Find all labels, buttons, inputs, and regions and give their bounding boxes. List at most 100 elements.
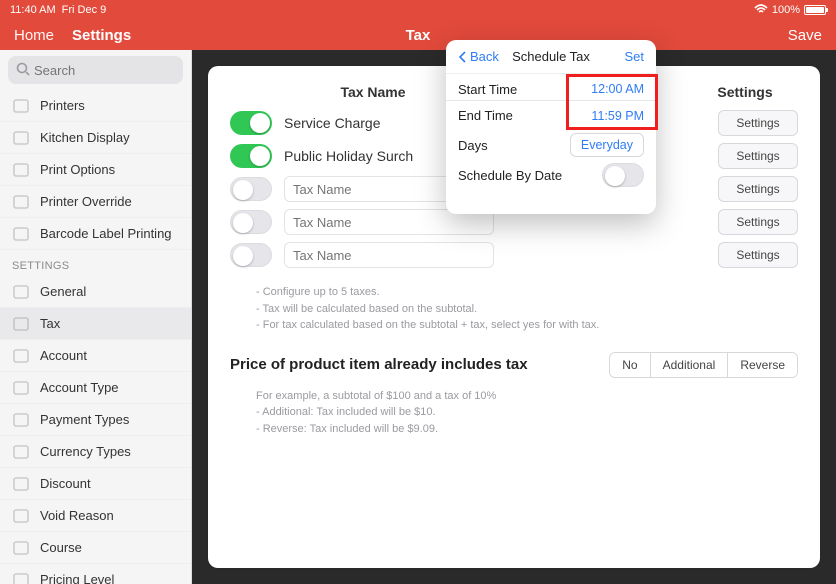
sidebar-item-label: Payment Types — [40, 412, 129, 427]
sidebar-icon — [12, 315, 30, 333]
sidebar-item-label: Pricing Level — [40, 572, 114, 584]
sidebar-icon — [12, 379, 30, 397]
sidebar-item[interactable]: Print Options — [0, 154, 191, 186]
sidebar-item-label: General — [40, 284, 86, 299]
battery-percent: 100% — [772, 4, 800, 16]
wifi-icon — [754, 4, 768, 17]
tax-settings-button[interactable]: Settings — [718, 176, 798, 202]
sidebar-item[interactable]: Printers — [0, 90, 191, 122]
schedule-by-date-label: Schedule By Date — [458, 168, 562, 183]
chevron-left-icon — [458, 50, 468, 64]
sidebar-item[interactable]: General — [0, 276, 191, 308]
days-label: Days — [458, 138, 488, 153]
sidebar-item[interactable]: Void Reason — [0, 500, 191, 532]
page-title: Tax — [406, 27, 431, 44]
nav-settings[interactable]: Settings — [72, 27, 131, 44]
tax-row: Settings — [230, 240, 798, 270]
sidebar-item-label: Account Type — [40, 380, 119, 395]
sidebar-icon — [12, 507, 30, 525]
hints: - Configure up to 5 taxes. - Tax will be… — [256, 284, 798, 334]
tax-toggle[interactable] — [230, 243, 272, 267]
hint-line: - Configure up to 5 taxes. — [256, 284, 798, 301]
includes-title: Price of product item already includes t… — [230, 356, 528, 373]
sidebar-icon — [12, 161, 30, 179]
days-button[interactable]: Everyday — [570, 133, 644, 157]
sidebar-icon — [12, 411, 30, 429]
sidebar-item[interactable]: Account — [0, 340, 191, 372]
search-input[interactable] — [8, 56, 183, 84]
sidebar-item-label: Void Reason — [40, 508, 114, 523]
sidebar-icon — [12, 571, 30, 584]
start-time-value[interactable]: 12:00 AM — [591, 82, 644, 96]
sidebar-item[interactable]: Printer Override — [0, 186, 191, 218]
example-line: - Reverse: Tax included will be $9.09. — [256, 421, 798, 438]
nav-bar: Home Settings Tax Save — [0, 20, 836, 50]
tax-settings-button[interactable]: Settings — [718, 242, 798, 268]
tax-settings-button[interactable]: Settings — [718, 209, 798, 235]
sidebar-item[interactable]: Kitchen Display — [0, 122, 191, 154]
includes-segmented[interactable]: NoAdditionalReverse — [609, 352, 798, 378]
sidebar-icon — [12, 97, 30, 115]
sidebar-item[interactable]: Account Type — [0, 372, 191, 404]
back-label: Back — [470, 49, 499, 64]
status-time: 11:40 AM — [10, 4, 56, 16]
sidebar-item-label: Currency Types — [40, 444, 131, 459]
segment-option[interactable]: No — [610, 353, 649, 377]
tax-toggle[interactable] — [230, 111, 272, 135]
sidebar-item-label: Printers — [40, 98, 85, 113]
sidebar-icon — [12, 443, 30, 461]
sidebar-item-label: Barcode Label Printing — [40, 226, 172, 241]
segment-option[interactable]: Reverse — [727, 353, 797, 377]
sidebar-item[interactable]: Barcode Label Printing — [0, 218, 191, 250]
sidebar-item[interactable]: Payment Types — [0, 404, 191, 436]
sidebar-item-label: Account — [40, 348, 87, 363]
sidebar-item-label: Printer Override — [40, 194, 132, 209]
schedule-tax-popover: Back Schedule Tax Set Start Time 12:00 A… — [446, 40, 656, 214]
tax-name-input[interactable] — [284, 242, 494, 268]
hint-line: - Tax will be calculated based on the su… — [256, 301, 798, 318]
column-settings: Settings — [700, 84, 790, 100]
sidebar-icon — [12, 225, 30, 243]
tax-name-label: Service Charge — [284, 115, 381, 131]
sidebar-icon — [12, 283, 30, 301]
sidebar-item-label: Print Options — [40, 162, 115, 177]
end-time-value[interactable]: 11:59 PM — [591, 109, 644, 123]
sidebar-icon — [12, 193, 30, 211]
save-button[interactable]: Save — [788, 27, 822, 44]
sidebar-header: SETTINGS — [0, 250, 191, 276]
back-button[interactable]: Back — [458, 49, 499, 64]
tax-settings-button[interactable]: Settings — [718, 143, 798, 169]
sidebar-icon — [12, 475, 30, 493]
popover-title: Schedule Tax — [512, 49, 590, 64]
status-date: Fri Dec 9 — [62, 4, 107, 16]
tax-settings-button[interactable]: Settings — [718, 110, 798, 136]
segment-option[interactable]: Additional — [650, 353, 728, 377]
nav-home[interactable]: Home — [14, 27, 54, 44]
schedule-by-date-toggle[interactable] — [602, 163, 644, 187]
sidebar-item-label: Kitchen Display — [40, 130, 130, 145]
sidebar: Printers Kitchen Display Print Options Prin… — [0, 50, 192, 584]
sidebar-item[interactable]: Discount — [0, 468, 191, 500]
example-line: For example, a subtotal of $100 and a ta… — [256, 388, 798, 405]
tax-toggle[interactable] — [230, 210, 272, 234]
sidebar-item[interactable]: Tax — [0, 308, 191, 340]
sidebar-icon — [12, 347, 30, 365]
sidebar-icon — [12, 129, 30, 147]
sidebar-item-label: Course — [40, 540, 82, 555]
sidebar-item[interactable]: Currency Types — [0, 436, 191, 468]
tax-toggle[interactable] — [230, 177, 272, 201]
sidebar-icon — [12, 539, 30, 557]
set-button[interactable]: Set — [624, 49, 644, 64]
hint-line: - For tax calculated based on the subtot… — [256, 317, 798, 334]
status-bar: 11:40 AM Fri Dec 9 100% — [0, 0, 836, 20]
end-time-label: End Time — [458, 108, 513, 123]
example: For example, a subtotal of $100 and a ta… — [256, 388, 798, 438]
sidebar-item-label: Tax — [40, 316, 60, 331]
sidebar-item[interactable]: Course — [0, 532, 191, 564]
tax-toggle[interactable] — [230, 144, 272, 168]
sidebar-item[interactable]: Pricing Level — [0, 564, 191, 584]
battery-icon — [804, 5, 826, 15]
start-time-label: Start Time — [458, 82, 517, 97]
sidebar-item-label: Discount — [40, 476, 91, 491]
example-line: - Additional: Tax included will be $10. — [256, 404, 798, 421]
